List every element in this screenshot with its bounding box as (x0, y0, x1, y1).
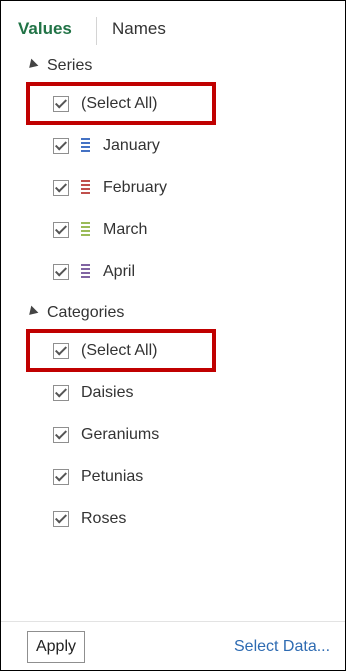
category-item-geraniums[interactable]: Geraniums (53, 421, 159, 449)
series-color-swatch-icon (81, 180, 90, 196)
tab-divider (96, 17, 97, 45)
collapse-triangle-icon (25, 58, 39, 72)
categories-header-label: Categories (47, 304, 125, 321)
series-section-header[interactable]: Series (25, 57, 93, 75)
category-item-roses[interactable]: Roses (53, 505, 126, 533)
series-color-swatch-icon (81, 264, 90, 280)
series-item-label: March (103, 221, 148, 238)
series-item-april[interactable]: April (53, 258, 135, 286)
checkbox-checked-icon[interactable] (53, 138, 69, 154)
series-color-swatch-icon (81, 222, 90, 238)
category-item-label: Daisies (81, 384, 134, 401)
series-item-label: January (103, 137, 160, 154)
series-header-label: Series (47, 57, 93, 74)
checkbox-checked-icon[interactable] (53, 469, 69, 485)
checkbox-checked-icon[interactable] (53, 222, 69, 238)
checkbox-checked-icon[interactable] (53, 180, 69, 196)
category-item-label: Geraniums (81, 426, 160, 443)
series-item-label: April (103, 263, 136, 280)
collapse-triangle-icon (25, 305, 39, 319)
tab-values[interactable]: Values (18, 19, 72, 39)
category-item-petunias[interactable]: Petunias (53, 463, 143, 491)
checkbox-checked-icon[interactable] (53, 511, 69, 527)
series-item-february[interactable]: February (53, 174, 167, 202)
series-item-label: February (103, 179, 168, 196)
footer-divider (1, 621, 345, 622)
category-item-daisies[interactable]: Daisies (53, 379, 133, 407)
checkbox-checked-icon[interactable] (53, 385, 69, 401)
checkbox-checked-icon[interactable] (53, 264, 69, 280)
highlight-box (26, 82, 216, 125)
series-item-march[interactable]: March (53, 216, 147, 244)
filter-panel: Values Names Series (Select All) January… (0, 0, 346, 671)
category-item-label: Petunias (81, 468, 144, 485)
apply-button[interactable]: Apply (27, 631, 85, 663)
tab-bar: Values Names (1, 1, 345, 51)
categories-section-header[interactable]: Categories (25, 304, 125, 322)
series-item-january[interactable]: January (53, 132, 160, 160)
series-color-swatch-icon (81, 138, 90, 154)
category-item-label: Roses (81, 510, 127, 527)
highlight-box (26, 329, 216, 372)
checkbox-checked-icon[interactable] (53, 427, 69, 443)
select-data-link[interactable]: Select Data... (234, 638, 330, 656)
tab-names[interactable]: Names (112, 19, 166, 39)
